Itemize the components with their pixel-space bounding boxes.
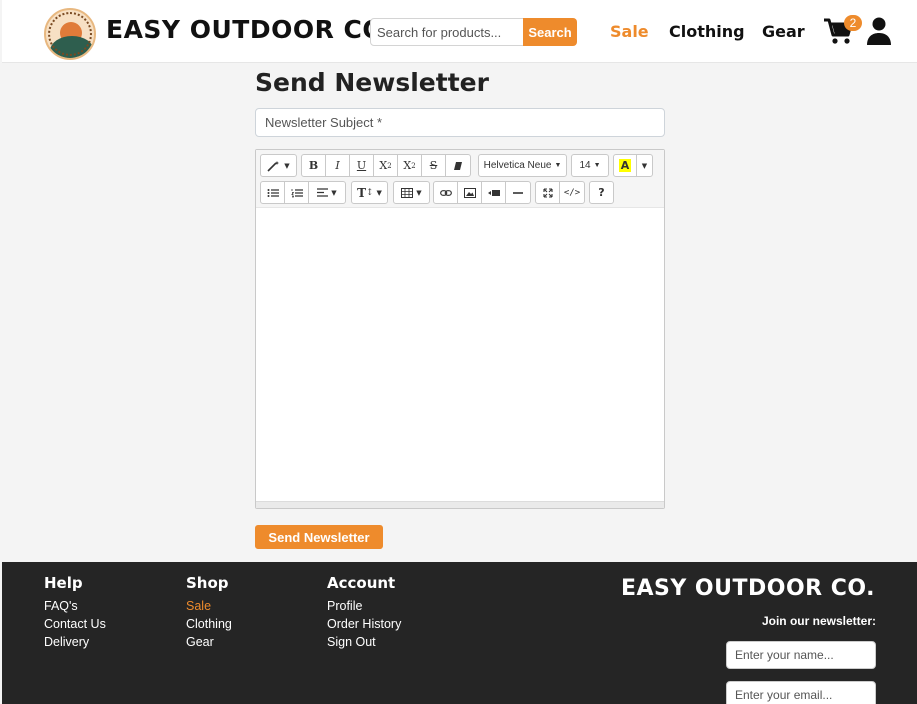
horizontal-rule-icon[interactable] <box>505 181 531 204</box>
font-family-value: Helvetica Neue <box>483 160 552 171</box>
editor-content-area[interactable] <box>256 208 664 501</box>
top-navbar: EASY OUTDOOR CO. Search Sale Clothing Ge… <box>2 0 917 63</box>
bold-icon[interactable]: B <box>301 154 326 177</box>
superscript-icon[interactable]: X2 <box>373 154 398 177</box>
highlight-color-dropdown-icon[interactable]: ▼ <box>636 154 653 177</box>
help-icon[interactable]: ? <box>589 181 614 204</box>
footer-account-heading: Account <box>327 574 396 592</box>
brand-name[interactable]: EASY OUTDOOR CO. <box>106 15 394 44</box>
footer-link-faqs[interactable]: FAQ's <box>44 597 106 615</box>
unordered-list-icon[interactable] <box>260 181 285 204</box>
footer-link-order-history[interactable]: Order History <box>327 615 401 633</box>
footer-help-column: Help FAQ's Contact Us Delivery <box>44 574 106 651</box>
fullscreen-icon[interactable] <box>535 181 560 204</box>
footer-shop-column: Shop Sale Clothing Gear <box>186 574 232 651</box>
font-family-select[interactable]: Helvetica Neue ▼ <box>478 154 567 177</box>
newsletter-name-input[interactable] <box>726 641 876 669</box>
search-input[interactable] <box>370 18 524 46</box>
page-title: Send Newsletter <box>255 68 489 97</box>
highlight-color-icon[interactable]: A <box>613 154 637 177</box>
footer-link-gear[interactable]: Gear <box>186 633 232 651</box>
paragraph-align-icon[interactable]: ▼ <box>308 181 346 204</box>
cart-count-badge: 2 <box>844 15 862 31</box>
underline-icon[interactable]: U <box>349 154 374 177</box>
ordered-list-icon[interactable] <box>284 181 309 204</box>
footer-link-contact-us[interactable]: Contact Us <box>44 615 106 633</box>
footer-link-sign-out[interactable]: Sign Out <box>327 633 401 651</box>
nav-gear-link[interactable]: Gear <box>762 22 805 41</box>
newsletter-signup-label: Join our newsletter: <box>761 614 876 628</box>
strikethrough-icon[interactable]: S <box>421 154 446 177</box>
footer-link-profile[interactable]: Profile <box>327 597 401 615</box>
search-button[interactable]: Search <box>523 18 577 46</box>
link-icon[interactable] <box>433 181 458 204</box>
nav-clothing-link[interactable]: Clothing <box>669 22 745 41</box>
footer-shop-heading: Shop <box>186 574 229 592</box>
font-size-select[interactable]: 14 ▼ <box>571 154 609 177</box>
footer-account-column: Account Profile Order History Sign Out <box>327 574 401 651</box>
rich-text-editor: ▼ B I U X2 X2 S Helvetica Neue ▼ 14 ▼ A ▼ … <box>255 149 665 509</box>
italic-icon[interactable]: I <box>325 154 350 177</box>
code-view-icon[interactable]: </> <box>559 181 585 204</box>
nav-sale-link[interactable]: Sale <box>610 22 649 41</box>
footer-link-sale[interactable]: Sale <box>186 597 232 615</box>
footer-link-delivery[interactable]: Delivery <box>44 633 106 651</box>
site-footer: Help FAQ's Contact Us Delivery Shop Sale… <box>2 562 917 704</box>
editor-toolbar: ▼ B I U X2 X2 S Helvetica Neue ▼ 14 ▼ A ▼ … <box>256 150 664 208</box>
editor-resize-bar[interactable] <box>256 501 664 508</box>
footer-brand-name: EASY OUTDOOR CO. <box>620 576 875 601</box>
footer-help-heading: Help <box>44 574 83 592</box>
image-icon[interactable] <box>457 181 482 204</box>
logo-icon[interactable] <box>44 8 96 60</box>
user-account-icon[interactable] <box>867 17 891 45</box>
font-size-value: 14 <box>579 160 591 171</box>
line-height-icon[interactable]: T ↕ ▼ <box>351 181 388 204</box>
newsletter-subject-input[interactable] <box>255 108 665 137</box>
video-icon[interactable] <box>481 181 506 204</box>
send-newsletter-button[interactable]: Send Newsletter <box>255 525 383 549</box>
magic-style-icon[interactable]: ▼ <box>260 154 297 177</box>
footer-link-clothing[interactable]: Clothing <box>186 615 232 633</box>
subscript-icon[interactable]: X2 <box>397 154 422 177</box>
newsletter-email-input[interactable] <box>726 681 876 704</box>
table-icon[interactable]: ▼ <box>393 181 430 204</box>
eraser-icon[interactable] <box>445 154 471 177</box>
